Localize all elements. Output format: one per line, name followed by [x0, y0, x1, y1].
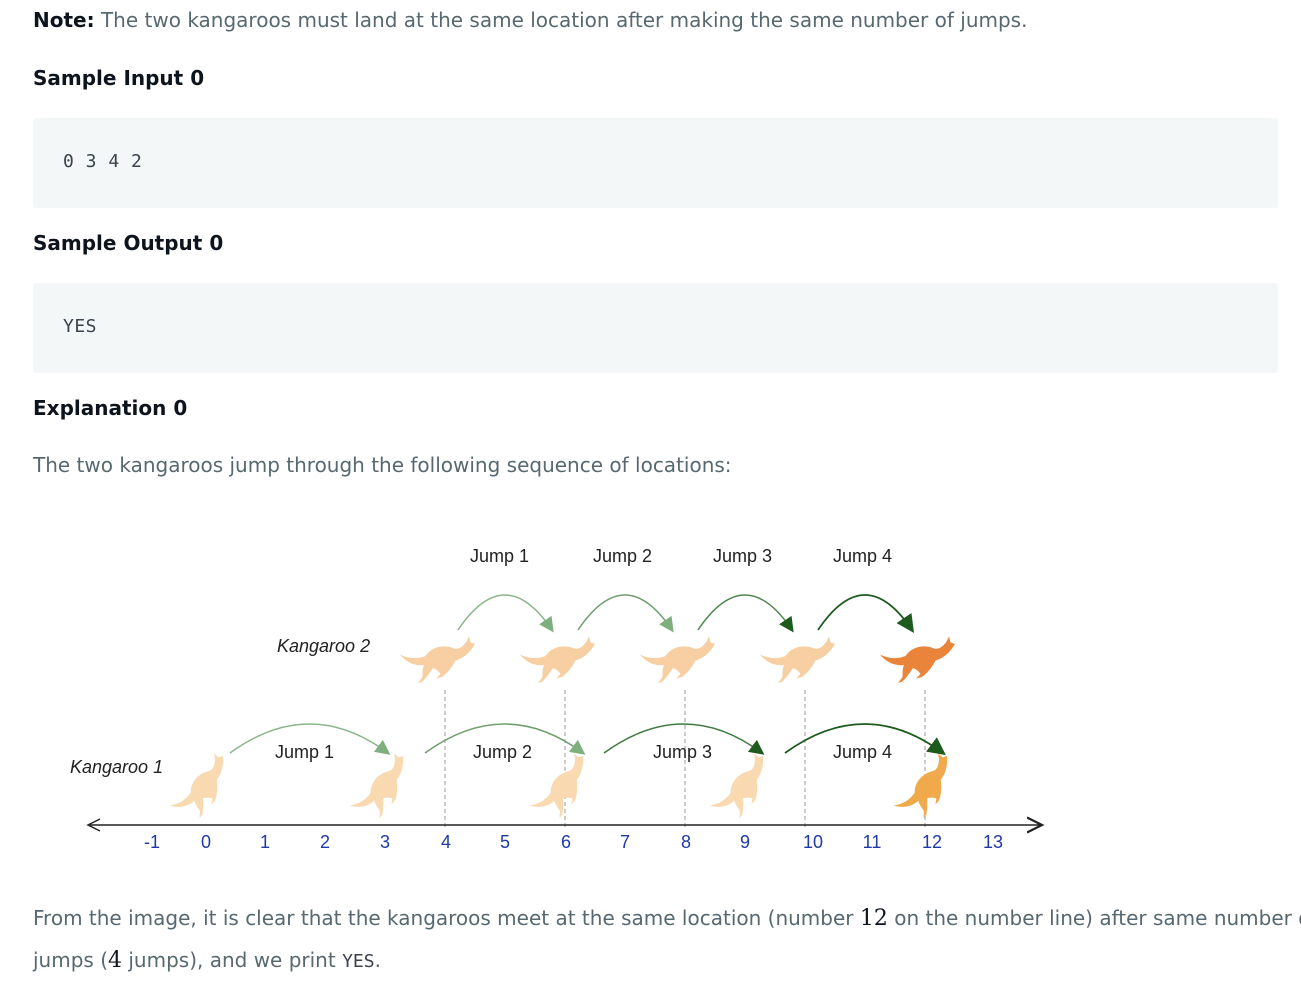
sample-input-code: 0 3 4 2	[63, 151, 143, 172]
conclusion-text: jumps (	[33, 948, 108, 972]
sample-output-box: YES	[33, 283, 1278, 373]
kangaroo-jump-diagram: Kangaroo 2 Kangaroo 1 Jump 1 Jump 2 Jump…	[70, 546, 1100, 852]
k2-jump-arc	[817, 594, 915, 633]
conclusion-text: From the image, it is clear that the kan…	[33, 906, 860, 930]
kangaroo-icon	[400, 636, 475, 683]
k2-jump-label: Jump 1	[470, 546, 529, 566]
tick-label: 5	[500, 832, 510, 852]
conclusion-text: on the number line) after same number of	[887, 906, 1301, 930]
tick-label: 10	[803, 832, 823, 852]
tick-label: 1	[260, 832, 270, 852]
kangaroo-icon	[519, 750, 605, 829]
k1-jump-label: Jump 4	[833, 742, 892, 762]
kangaroo1-label: Kangaroo 1	[70, 757, 163, 777]
tick-label: 7	[620, 832, 630, 852]
note-text: The two kangaroos must land at the same …	[94, 8, 1028, 32]
k1-jump-label: Jump 1	[275, 742, 334, 762]
print-value: YES	[342, 951, 375, 972]
tick-label: 4	[441, 832, 451, 852]
kangaroo2-label: Kangaroo 2	[277, 636, 370, 656]
kangaroo-icon	[159, 750, 245, 829]
tick-label: 2	[320, 832, 330, 852]
sample-input-box: 0 3 4 2	[33, 118, 1278, 208]
tick-label: 6	[561, 832, 571, 852]
conclusion-text: jumps), and we print	[122, 948, 343, 972]
k2-jump-label: Jump 3	[713, 546, 772, 566]
tick-label: 11	[863, 832, 882, 852]
k2-jump-label: Jump 2	[593, 546, 652, 566]
conclusion-line-1: From the image, it is clear that the kan…	[33, 906, 1301, 931]
k1-jump-label: Jump 2	[473, 742, 532, 762]
sample-input-heading: Sample Input 0	[33, 66, 205, 90]
kangaroo-icon	[520, 636, 595, 683]
kangaroo-icon	[640, 636, 715, 683]
meet-number: 12	[859, 906, 888, 931]
k2-jump-arc	[577, 594, 674, 633]
kangaroo-icon	[880, 636, 955, 683]
sample-output-code: YES	[63, 316, 98, 337]
note-line: Note: The two kangaroos must land at the…	[33, 8, 1027, 32]
conclusion-text: .	[374, 948, 381, 972]
note-label: Note:	[33, 8, 95, 32]
jump-count: 4	[108, 948, 122, 973]
tick-labels: -1 0 1 2 3 4 5 6 7 8 9 10 11 12 13	[144, 832, 1003, 852]
conclusion-line-2: jumps (4 jumps), and we print YES.	[33, 948, 381, 973]
kangaroo-icon	[699, 750, 785, 829]
explanation-intro: The two kangaroos jump through the follo…	[33, 453, 732, 477]
tick-label: 3	[380, 832, 390, 852]
k2-jump-label: Jump 4	[833, 546, 892, 566]
kangaroo-icon	[883, 750, 969, 829]
tick-label: -1	[144, 832, 160, 852]
kangaroo-icon	[760, 636, 835, 683]
kangaroo-icon	[339, 750, 425, 829]
tick-label: 0	[201, 832, 211, 852]
tick-label: 9	[740, 832, 750, 852]
k2-jump-arc	[697, 594, 794, 633]
sample-output-heading: Sample Output 0	[33, 231, 224, 255]
tick-label: 12	[922, 832, 942, 852]
explanation-heading: Explanation 0	[33, 396, 188, 420]
k1-jump-label: Jump 3	[653, 742, 712, 762]
k2-jump-arc	[457, 594, 554, 633]
tick-label: 13	[983, 832, 1003, 852]
tick-label: 8	[681, 832, 691, 852]
